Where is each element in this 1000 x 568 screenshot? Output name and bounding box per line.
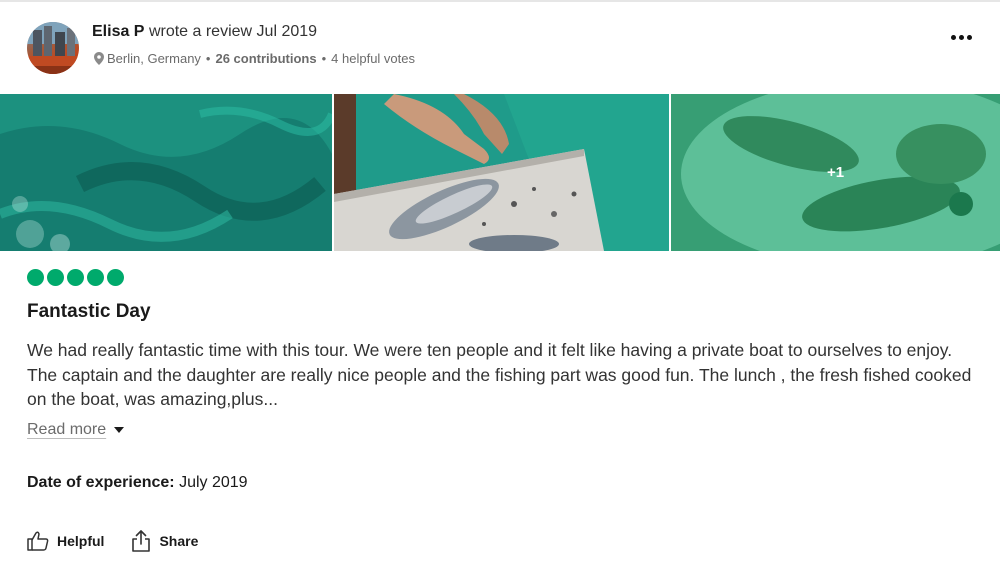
share-label: Share xyxy=(159,533,199,549)
share-button[interactable]: Share xyxy=(131,530,198,552)
review-action-text: wrote a review xyxy=(148,23,253,40)
review-date: Jul 2019 xyxy=(256,23,318,40)
water-photo xyxy=(0,94,332,251)
more-photos-count: +1 xyxy=(826,164,845,181)
read-more-button[interactable]: Read more xyxy=(27,421,125,439)
more-options-icon xyxy=(950,34,956,40)
author-line: Elisa P wrote a review Jul 2019 xyxy=(92,23,317,41)
thumbs-up-icon xyxy=(27,531,49,551)
helpful-label: Helpful xyxy=(57,533,105,549)
review-title[interactable]: Fantastic Day xyxy=(27,301,151,323)
helpful-button[interactable]: Helpful xyxy=(27,531,104,551)
fish-cleaning-photo xyxy=(334,94,669,251)
review-photo-3[interactable]: +1 xyxy=(671,94,1000,251)
meta-separator: • xyxy=(321,51,327,66)
date-of-experience: Date of experience: July 2019 xyxy=(27,474,248,492)
rating-bubbles xyxy=(27,269,124,286)
review-body: We had really fantastic time with this t… xyxy=(27,340,972,409)
review-photo-2[interactable] xyxy=(334,94,669,251)
more-options-button[interactable] xyxy=(945,26,977,48)
top-divider xyxy=(0,0,1000,2)
meta-separator: • xyxy=(205,51,211,66)
date-of-experience-value: July 2019 xyxy=(179,474,248,491)
review-photos: +1 xyxy=(0,94,1000,251)
rating-bubble-filled xyxy=(87,269,104,286)
avatar[interactable] xyxy=(27,22,79,74)
author-meta: Berlin, Germany • 26 contributions • 4 h… xyxy=(94,51,415,66)
author-name[interactable]: Elisa P xyxy=(92,23,144,40)
helpful-votes-count: 4 helpful votes xyxy=(331,51,416,66)
share-icon xyxy=(132,530,151,552)
location-pin-icon xyxy=(94,52,104,65)
caret-down-icon xyxy=(114,427,125,433)
read-more-label: Read more xyxy=(27,421,107,438)
review-header: Elisa P wrote a review Jul 2019 Berlin, … xyxy=(27,20,977,76)
rating-bubble-filled xyxy=(27,269,44,286)
date-of-experience-label: Date of experience: xyxy=(27,474,175,491)
rating-bubble-filled xyxy=(107,269,124,286)
author-location: Berlin, Germany xyxy=(107,51,201,66)
rating-bubble-filled xyxy=(67,269,84,286)
review-actions: Helpful Share xyxy=(27,530,225,552)
review-photo-1[interactable] xyxy=(0,94,332,251)
rating-bubble-filled xyxy=(47,269,64,286)
contributions-count: 26 contributions xyxy=(215,51,317,66)
